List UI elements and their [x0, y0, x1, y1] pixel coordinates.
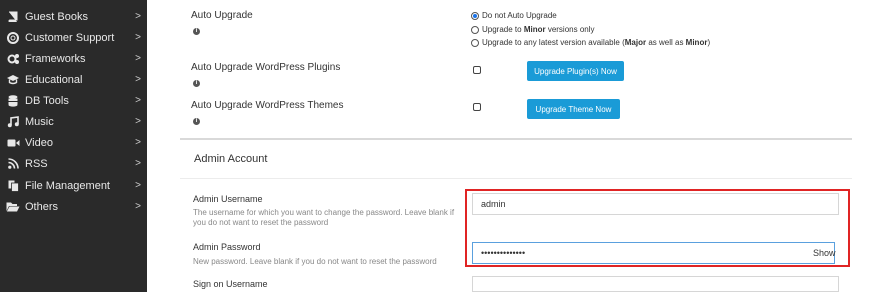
radio-upgrade-latest[interactable]: Upgrade to any latest version available … — [471, 38, 710, 47]
upgrade-plugins-button[interactable]: Upgrade Plugin(s) Now — [527, 61, 624, 81]
sidebar-item-db-tools[interactable]: DB Tools > — [0, 90, 147, 111]
auto-upgrade-label: Auto Upgrade — [191, 10, 253, 21]
admin-username-input[interactable]: admin — [472, 193, 839, 215]
sidebar-item-label: DB Tools — [25, 94, 69, 107]
sidebar-item-video[interactable]: Video > — [0, 132, 147, 153]
info-icon: i — [193, 80, 200, 87]
sidebar-item-label: Educational — [25, 73, 83, 86]
file-icon — [6, 180, 20, 192]
radio-button[interactable] — [471, 25, 479, 34]
radio-label: Do not Auto Upgrade — [482, 11, 557, 20]
sidebar-item-music[interactable]: Music > — [0, 111, 147, 132]
chevron-right-icon: > — [135, 11, 141, 22]
chevron-right-icon: > — [135, 180, 141, 191]
sidebar-item-label: Video — [25, 136, 53, 149]
radio-do-not-upgrade[interactable]: Do not Auto Upgrade — [471, 11, 557, 20]
video-camera-icon — [6, 137, 20, 149]
chevron-right-icon: > — [135, 95, 141, 106]
sidebar-item-label: Guest Books — [25, 10, 88, 23]
cogs-icon — [6, 53, 20, 65]
rss-icon — [6, 158, 20, 170]
main-content: Auto Upgrade i Do not Auto Upgrade Upgra… — [147, 0, 880, 292]
database-icon — [6, 94, 20, 107]
auto-upgrade-plugins-label: Auto Upgrade WordPress Plugins — [191, 62, 341, 73]
sidebar-item-label: Others — [25, 200, 59, 213]
sidebar-item-others[interactable]: Others > — [0, 196, 147, 217]
admin-password-input[interactable]: •••••••••••••• — [472, 242, 835, 264]
chevron-right-icon: > — [135, 74, 141, 85]
lifebuoy-icon — [6, 31, 20, 44]
admin-username-label: Admin Username — [193, 194, 263, 204]
sidebar-item-label: Frameworks — [25, 52, 86, 65]
radio-upgrade-minor[interactable]: Upgrade to Minor versions only — [471, 25, 595, 34]
sidebar-item-guest-books[interactable]: Guest Books > — [0, 6, 147, 27]
info-icon: i — [193, 118, 200, 125]
info-icon: i — [193, 28, 200, 35]
sidebar-item-educational[interactable]: Educational > — [0, 69, 147, 90]
sidebar-item-rss[interactable]: RSS > — [0, 153, 147, 174]
sidebar-item-label: RSS — [25, 157, 48, 170]
sidebar-item-customer-support[interactable]: Customer Support > — [0, 27, 147, 48]
section-divider — [180, 138, 852, 140]
sidebar-item-frameworks[interactable]: Frameworks > — [0, 48, 147, 69]
graduation-cap-icon — [6, 74, 20, 86]
sign-on-username-input[interactable] — [472, 276, 839, 292]
chevron-right-icon: > — [135, 158, 141, 169]
admin-password-help: New password. Leave blank if you do not … — [193, 257, 437, 266]
chevron-right-icon: > — [135, 116, 141, 127]
music-icon — [6, 115, 20, 128]
upgrade-theme-button[interactable]: Upgrade Theme Now — [527, 99, 620, 119]
admin-password-label: Admin Password — [193, 242, 261, 252]
chevron-right-icon: > — [135, 32, 141, 43]
sidebar: Guest Books > Customer Support > Framewo… — [0, 0, 147, 292]
radio-button[interactable] — [471, 38, 479, 47]
radio-button[interactable] — [471, 11, 479, 20]
sidebar-item-label: Customer Support — [25, 31, 115, 44]
folder-open-icon — [6, 201, 20, 213]
radio-label: Upgrade to Minor versions only — [482, 25, 595, 34]
sidebar-item-label: File Management — [25, 179, 110, 192]
chevron-right-icon: > — [135, 137, 141, 148]
sidebar-item-file-management[interactable]: File Management > — [0, 175, 147, 196]
divider — [180, 178, 852, 179]
sidebar-item-label: Music — [25, 115, 54, 128]
chevron-right-icon: > — [135, 53, 141, 64]
admin-username-help: The username for which you want to chang… — [193, 208, 455, 227]
book-icon — [6, 11, 20, 23]
chevron-right-icon: > — [135, 201, 141, 212]
auto-upgrade-plugins-checkbox[interactable] — [473, 66, 481, 74]
auto-upgrade-themes-label: Auto Upgrade WordPress Themes — [191, 100, 344, 111]
show-password-link[interactable]: Show — [813, 248, 836, 258]
admin-account-title: Admin Account — [194, 153, 268, 165]
sign-on-username-label: Sign on Username — [193, 279, 268, 289]
auto-upgrade-themes-checkbox[interactable] — [473, 103, 481, 111]
radio-label: Upgrade to any latest version available … — [482, 38, 711, 47]
